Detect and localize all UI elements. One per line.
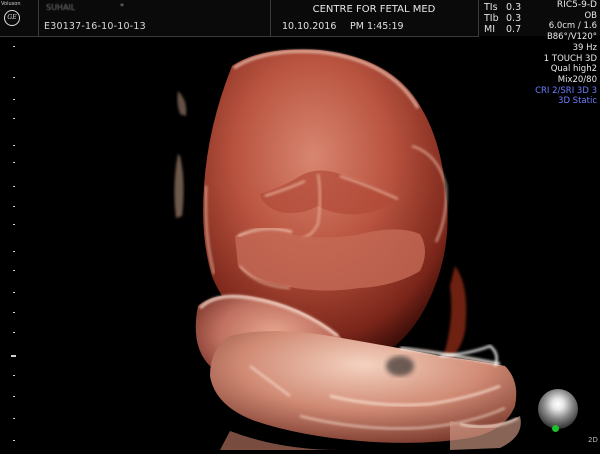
patient-name: SUHAIL (46, 3, 76, 12)
quality-setting: Qual high2 (550, 64, 597, 75)
acquisition-mode: 1 TOUCH 3D (543, 53, 597, 64)
index-label: MI (484, 24, 495, 35)
orientation-sphere-icon (538, 389, 578, 429)
patient-flag: * (120, 2, 124, 11)
depth-scale (0, 36, 24, 450)
patient-info: SUHAIL * E30137-16-10-10-13 (38, 0, 271, 37)
view-mode-mark: 2D (588, 436, 598, 444)
probe-name: RIC5-9-D (556, 0, 597, 10)
institution-name: CENTRE FOR FETAL MED (312, 4, 436, 15)
brand-logo-box: Voluson GE (0, 0, 39, 37)
cri-sri-setting: CRI 2/SRI 3D 3 (535, 85, 597, 96)
ge-logo-icon: GE (4, 10, 20, 26)
orientation-marker-icon (552, 425, 559, 432)
volume-angles: B86°/V120° (546, 32, 597, 43)
index-label: TIs (484, 2, 498, 13)
exam-time: PM 1:45:19 (350, 21, 404, 32)
exam-date: 10.10.2016 (282, 21, 337, 32)
index-label: TIb (484, 13, 499, 24)
brand-label: Voluson (1, 1, 21, 7)
patient-id: E30137-16-10-10-13 (44, 21, 146, 32)
preset-name: OB (584, 10, 597, 21)
depth-value: 6.0cm / 1.6 (548, 21, 597, 32)
mix-setting: Mix20/80 (557, 74, 597, 85)
frame-rate: 39 Hz (572, 42, 597, 53)
institution-info: CENTRE FOR FETAL MED 10.10.2016 PM 1:45:… (270, 0, 479, 37)
render-mode: 3D Static (558, 96, 597, 107)
acquisition-settings: RIC5-9-D OB 6.0cm / 1.6 B86°/V120° 39 Hz… (507, 0, 597, 107)
